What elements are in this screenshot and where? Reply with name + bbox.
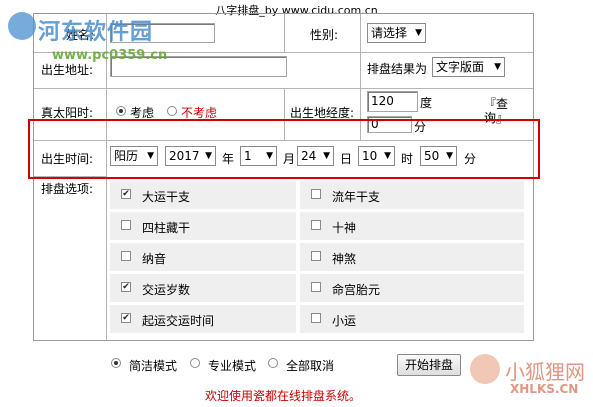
option-label: 纳音 bbox=[142, 252, 167, 266]
mode-radio[interactable] bbox=[268, 358, 278, 368]
fox-logo-icon bbox=[470, 354, 500, 384]
option-label: 流年干支 bbox=[332, 190, 381, 204]
mode-label: 简洁模式 bbox=[129, 359, 178, 373]
option-label: 大运干支 bbox=[142, 190, 191, 204]
option-checkbox[interactable]: ✔ bbox=[121, 313, 131, 323]
option-label: 小运 bbox=[332, 314, 357, 328]
option-checkbox[interactable] bbox=[311, 313, 321, 323]
mode-label: 全部取消 bbox=[286, 359, 335, 373]
option-checkbox[interactable] bbox=[311, 251, 321, 261]
option-checkbox[interactable]: ✔ bbox=[121, 282, 131, 292]
option-item: 十神 bbox=[300, 212, 524, 240]
option-checkbox[interactable] bbox=[311, 220, 321, 230]
result-format-select[interactable]: 文字版面 ▼ bbox=[432, 57, 505, 77]
start-button[interactable]: 开始排盘 bbox=[397, 354, 461, 376]
result-label: 排盘结果为 bbox=[367, 62, 428, 76]
watermark-site-url: www.pc0359.cn bbox=[52, 48, 168, 63]
gender-select[interactable]: 请选择 ▼ bbox=[367, 23, 426, 43]
option-label: 十神 bbox=[332, 221, 357, 235]
welcome-text: 欢迎使用瓷都在线排盘系统。 bbox=[205, 389, 362, 403]
option-label: 神煞 bbox=[332, 252, 357, 266]
highlight-box bbox=[28, 119, 540, 179]
watermark-site-name: 河东软件园 bbox=[38, 20, 154, 45]
mode-label: 专业模式 bbox=[208, 359, 257, 373]
watermark-brand-cn: 小狐狸网 bbox=[505, 360, 585, 384]
option-item: 流年干支 bbox=[300, 181, 524, 209]
logo-icon bbox=[8, 12, 36, 40]
degree-unit: 度 bbox=[420, 96, 433, 110]
option-item: 命宫胎元 bbox=[300, 274, 524, 302]
mode-radio[interactable] bbox=[111, 358, 121, 368]
option-item: ✔ 起运交运时间 bbox=[110, 305, 296, 333]
chevron-down-icon: ▼ bbox=[494, 62, 501, 72]
option-checkbox[interactable] bbox=[311, 189, 321, 199]
birthplace-label: 出生地址: bbox=[41, 63, 94, 77]
option-item: 四柱藏干 bbox=[110, 212, 296, 240]
option-item: 神煞 bbox=[300, 243, 524, 271]
option-label: 起运交运时间 bbox=[142, 314, 215, 328]
option-checkbox[interactable]: ✔ bbox=[121, 189, 131, 199]
option-checkbox[interactable] bbox=[121, 220, 131, 230]
option-checkbox[interactable] bbox=[121, 251, 131, 261]
option-checkbox[interactable] bbox=[311, 282, 321, 292]
option-item: 小运 bbox=[300, 305, 524, 333]
chevron-down-icon: ▼ bbox=[415, 28, 422, 38]
option-label: 命宫胎元 bbox=[332, 283, 381, 297]
option-label: 交运岁数 bbox=[142, 283, 191, 297]
watermark-brand-en: XHLKS.CN bbox=[510, 382, 579, 396]
solar-not-consider-radio[interactable] bbox=[167, 106, 177, 116]
option-item: 纳音 bbox=[110, 243, 296, 271]
option-label: 四柱藏干 bbox=[142, 221, 191, 235]
option-item: ✔ 大运干支 bbox=[110, 181, 296, 209]
longitude-degree-input[interactable]: 120 bbox=[367, 91, 418, 112]
gender-label: 性别: bbox=[310, 28, 339, 42]
mode-radio[interactable] bbox=[190, 358, 200, 368]
option-item: ✔ 交运岁数 bbox=[110, 274, 296, 302]
options-label: 排盘选项: bbox=[41, 182, 94, 196]
solar-consider-radio[interactable] bbox=[116, 106, 126, 116]
